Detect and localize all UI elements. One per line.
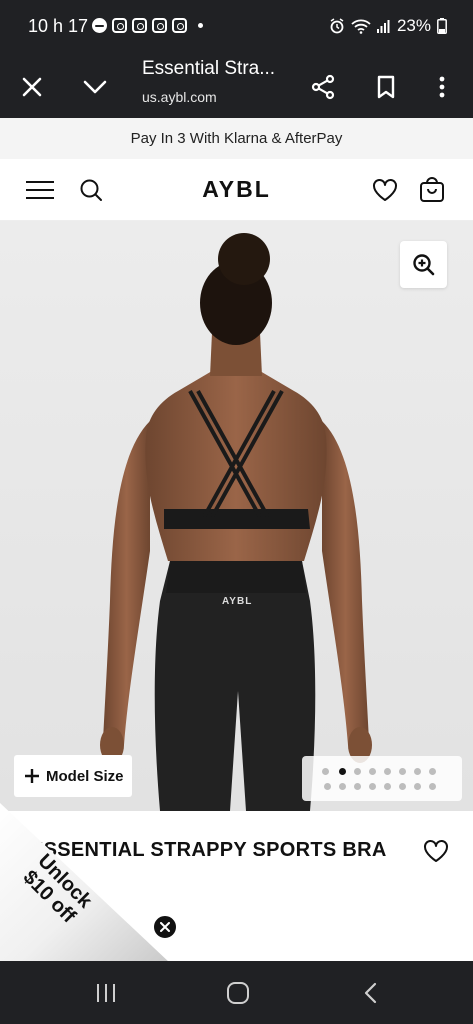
product-image-carousel[interactable]: AYBL Model Size <box>0 221 473 811</box>
heart-icon <box>424 840 448 862</box>
wishlist-header-button[interactable] <box>365 170 405 210</box>
status-time: 10 h 17 <box>28 16 89 36</box>
instagram-icon <box>112 18 127 33</box>
page-title[interactable]: Essential Stra... <box>142 58 275 80</box>
add-to-wishlist-button[interactable] <box>420 835 452 867</box>
pager-dot[interactable] <box>429 768 436 775</box>
back-arrow-icon <box>364 982 377 1004</box>
promo-banner-text: Pay In 3 With Klarna & AfterPay <box>130 130 343 147</box>
more-notifications-dot <box>198 23 203 28</box>
close-icon <box>22 77 42 97</box>
share-icon <box>311 74 335 100</box>
pager-dot[interactable] <box>324 783 331 790</box>
more-options-button[interactable] <box>419 64 465 110</box>
notification-icons <box>92 18 203 33</box>
share-button[interactable] <box>300 64 346 110</box>
page-url[interactable]: us.aybl.com <box>142 89 217 105</box>
waistband-logo: AYBL <box>222 596 253 607</box>
product-photo <box>0 221 473 811</box>
heart-icon <box>373 179 397 201</box>
pager-dot[interactable] <box>414 768 421 775</box>
close-tab-button[interactable] <box>9 64 55 110</box>
pager-dot-active[interactable] <box>339 768 346 775</box>
pager-dot[interactable] <box>384 768 391 775</box>
site-header: AYBL <box>0 159 473 221</box>
promo-banner[interactable]: Pay In 3 With Klarna & AfterPay <box>0 118 473 159</box>
wifi-icon <box>351 19 371 34</box>
pager-dot[interactable] <box>354 783 361 790</box>
close-unlock-button[interactable] <box>152 914 178 940</box>
image-pager[interactable] <box>302 756 462 801</box>
zoom-button[interactable] <box>400 241 447 288</box>
bookmark-icon <box>377 75 395 99</box>
pager-dot[interactable] <box>384 783 391 790</box>
pager-dot[interactable] <box>369 768 376 775</box>
zoom-in-icon <box>412 253 434 275</box>
instagram-icon <box>172 18 187 33</box>
alarm-icon <box>330 18 344 34</box>
recent-apps-icon <box>97 984 115 1002</box>
unlock-discount-tab[interactable]: Unlock $10 off <box>0 803 170 963</box>
minimize-button[interactable] <box>72 64 118 110</box>
pager-dot[interactable] <box>399 783 406 790</box>
pager-dot[interactable] <box>339 783 346 790</box>
home-icon <box>227 982 249 1004</box>
pager-dot[interactable] <box>414 783 421 790</box>
pager-dot[interactable] <box>354 768 361 775</box>
recent-apps-button[interactable] <box>84 973 128 1013</box>
do-not-disturb-icon <box>92 18 107 33</box>
browser-toolbar: Essential Stra... us.aybl.com <box>0 56 473 118</box>
more-vertical-icon <box>439 76 445 98</box>
close-icon <box>160 922 170 932</box>
status-indicators: 23% <box>329 16 447 36</box>
plus-icon <box>25 769 39 783</box>
pager-dot[interactable] <box>399 768 406 775</box>
model-size-label: Model Size <box>46 767 124 785</box>
model-size-button[interactable]: Model Size <box>14 755 132 797</box>
signal-icon <box>376 20 390 33</box>
battery-percent: 23% <box>396 16 431 35</box>
bookmark-button[interactable] <box>363 64 409 110</box>
pager-dot[interactable] <box>429 783 436 790</box>
shopping-bag-icon <box>420 177 444 202</box>
status-bar: 10 h 17 23% <box>0 0 473 56</box>
home-button[interactable] <box>216 973 260 1013</box>
battery-icon <box>437 18 447 34</box>
pager-dot[interactable] <box>369 783 376 790</box>
cart-button[interactable] <box>412 170 452 210</box>
instagram-icon <box>152 18 167 33</box>
instagram-icon <box>132 18 147 33</box>
pager-dot[interactable] <box>322 768 329 775</box>
chevron-down-icon <box>83 80 107 94</box>
system-navigation-bar <box>0 961 473 1024</box>
back-button[interactable] <box>348 973 392 1013</box>
